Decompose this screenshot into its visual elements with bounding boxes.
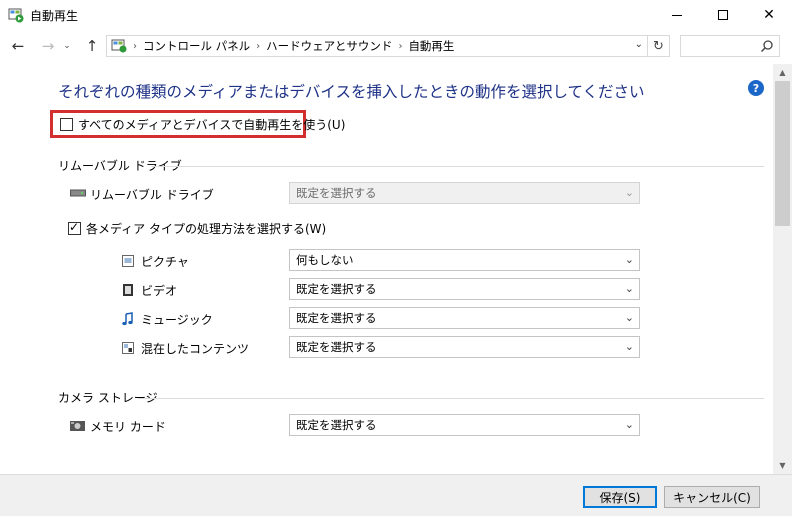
navigation-bar: ← → ⌄ ↑ › コントロール パネル › ハードウェアとサウンド › 自動再… <box>0 30 792 64</box>
dropdown-value: 何もしない <box>296 253 354 267</box>
vertical-scrollbar[interactable]: ▲ ▼ <box>773 64 792 474</box>
maximize-icon <box>718 10 728 20</box>
removable-drive-label: リムーバブル ドライブ <box>90 188 214 202</box>
music-label: ミュージック <box>141 313 213 327</box>
chevron-down-icon: ⌄ <box>624 418 634 431</box>
minimize-icon <box>672 14 682 16</box>
dropdown-value: 既定を選択する <box>296 311 377 325</box>
up-arrow-icon: ↑ <box>85 37 99 55</box>
search-icon <box>760 40 773 53</box>
music-action-dropdown[interactable]: 既定を選択する ⌄ <box>289 307 640 329</box>
chevron-down-icon: ⌄ <box>624 186 634 199</box>
scroll-up-arrow-icon[interactable]: ▲ <box>773 64 792 81</box>
control-panel-icon <box>111 39 127 53</box>
section-divider <box>152 166 764 167</box>
maximize-button[interactable] <box>700 0 746 30</box>
chevron-down-icon: ⌄ <box>624 340 634 353</box>
chevron-down-icon: ⌄ <box>624 311 634 324</box>
search-input[interactable] <box>680 35 780 57</box>
section-divider <box>138 398 764 399</box>
back-arrow-icon: ← <box>11 37 25 55</box>
use-autoplay-label[interactable]: すべてのメディアとデバイスで自動再生を使う(U) <box>78 116 345 133</box>
removable-drive-dropdown[interactable]: 既定を選択する ⌄ <box>289 182 640 204</box>
scroll-thumb[interactable] <box>775 81 790 226</box>
mixed-content-action-dropdown[interactable]: 既定を選択する ⌄ <box>289 336 640 358</box>
dropdown-value: 既定を選択する <box>296 186 377 200</box>
chevron-down-icon: ⌄ <box>63 41 71 51</box>
music-icon <box>122 312 133 326</box>
picture-label: ピクチャ <box>141 255 189 269</box>
page-heading: それぞれの種類のメディアまたはデバイスを挿入したときの動作を選択してください <box>58 83 645 101</box>
address-bar[interactable]: › コントロール パネル › ハードウェアとサウンド › 自動再生 ⌄ ↻ <box>106 35 670 57</box>
video-icon <box>123 284 133 296</box>
recent-locations-button[interactable]: ⌄ <box>60 36 74 56</box>
dropdown-value: 既定を選択する <box>296 282 377 296</box>
help-icon[interactable]: ? <box>748 80 764 96</box>
forward-button[interactable]: → <box>38 36 58 56</box>
save-button[interactable]: 保存(S) <box>583 486 657 508</box>
dropdown-value: 既定を選択する <box>296 340 377 354</box>
cancel-button[interactable]: キャンセル(C) <box>664 486 760 508</box>
forward-arrow-icon: → <box>41 37 55 55</box>
video-action-dropdown[interactable]: 既定を選択する ⌄ <box>289 278 640 300</box>
breadcrumb-separator: › <box>256 40 261 52</box>
autoplay-app-icon <box>8 8 24 23</box>
picture-icon <box>122 255 134 267</box>
breadcrumb-separator: › <box>398 40 403 52</box>
back-button[interactable]: ← <box>8 36 28 56</box>
memory-card-label: メモリ カード <box>90 420 166 434</box>
window-title: 自動再生 <box>30 9 79 23</box>
mixed-content-icon <box>122 342 134 354</box>
autoplay-settings-panel: それぞれの種類のメディアまたはデバイスを挿入したときの動作を選択してください ?… <box>0 64 773 474</box>
close-button[interactable]: ✕ <box>746 0 792 30</box>
memory-card-icon <box>70 421 85 431</box>
refresh-button[interactable]: ↻ <box>647 36 669 56</box>
per-media-checkbox[interactable] <box>68 220 81 235</box>
breadcrumb-autoplay[interactable]: 自動再生 <box>408 38 454 54</box>
video-label: ビデオ <box>141 284 178 298</box>
mixed-content-label: 混在したコンテンツ <box>141 342 250 356</box>
per-media-label[interactable]: 各メディア タイプの処理方法を選択する(W) <box>86 220 326 237</box>
up-button[interactable]: ↑ <box>82 36 102 56</box>
memory-card-action-dropdown[interactable]: 既定を選択する ⌄ <box>289 414 640 436</box>
minimize-button[interactable] <box>654 0 700 30</box>
breadcrumb-control-panel[interactable]: コントロール パネル <box>143 38 250 54</box>
breadcrumb-separator: › <box>133 40 137 52</box>
removable-drive-icon <box>70 189 86 197</box>
chevron-down-icon: ⌄ <box>624 282 634 295</box>
address-dropdown-icon[interactable]: ⌄ <box>635 39 643 50</box>
dropdown-value: 既定を選択する <box>296 418 377 432</box>
use-autoplay-checkbox[interactable] <box>60 118 73 131</box>
scroll-down-arrow-icon[interactable]: ▼ <box>773 457 792 474</box>
dialog-footer: 保存(S) キャンセル(C) <box>0 474 792 516</box>
title-bar: 自動再生 ✕ <box>0 0 792 30</box>
chevron-down-icon: ⌄ <box>624 253 634 266</box>
refresh-icon: ↻ <box>653 38 664 54</box>
close-icon: ✕ <box>763 7 775 23</box>
picture-action-dropdown[interactable]: 何もしない ⌄ <box>289 249 640 271</box>
breadcrumb-hardware-sound[interactable]: ハードウェアとサウンド <box>266 38 392 54</box>
